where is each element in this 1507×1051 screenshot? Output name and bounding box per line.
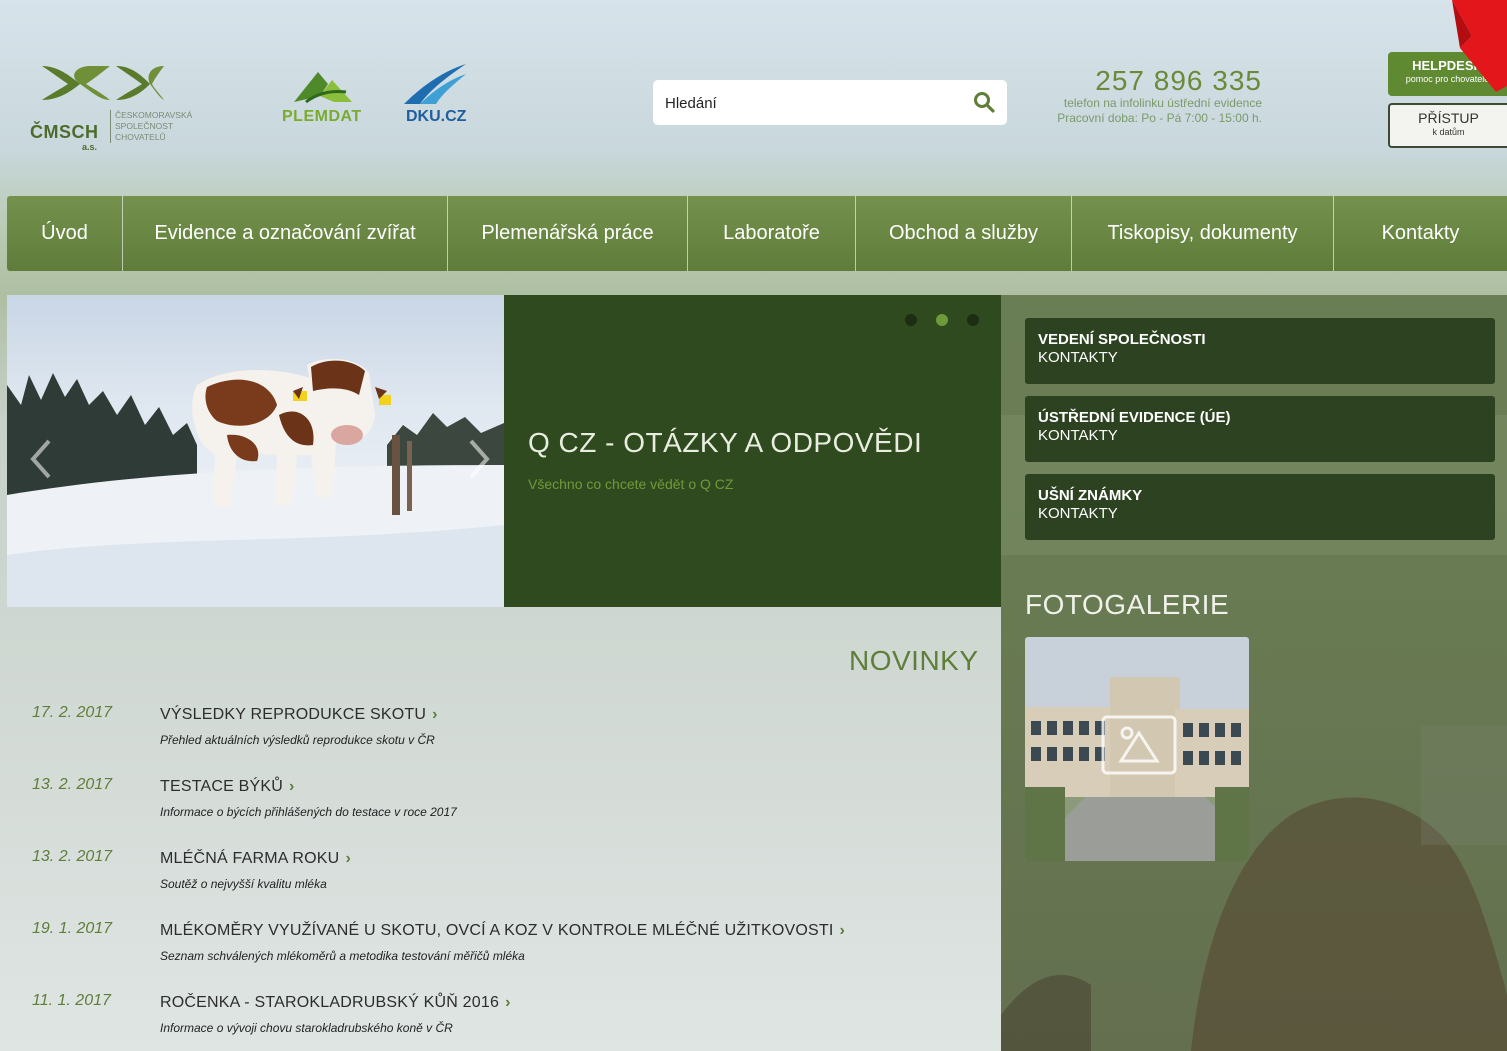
cmsch-logo-suffix: a.s. xyxy=(82,142,98,152)
news-item: 13. 2. 2017 MLÉČNÁ FARMA ROKU › Soutěž o … xyxy=(0,844,1000,904)
sidebar-link-title: ÚSTŘEDNÍ EVIDENCE (ÚE) xyxy=(1038,409,1231,426)
search-input[interactable] xyxy=(665,90,965,116)
gallery-thumbnail[interactable] xyxy=(1025,637,1249,861)
sidebar-link-subtitle: KONTAKTY xyxy=(1038,349,1118,366)
news-title-text: TESTACE BÝKŮ xyxy=(160,778,284,795)
news-title-text: MLÉČNÁ FARMA ROKU xyxy=(160,850,340,867)
phone-number: 257 896 335 xyxy=(1095,65,1262,96)
cmsch-sub-line-2: SPOLEČNOST xyxy=(115,121,174,131)
nav-item-tiskopisy[interactable]: Tiskopisy, dokumenty xyxy=(1072,196,1334,271)
chevron-right-icon: › xyxy=(505,994,511,1011)
nav-item-uvod[interactable]: Úvod xyxy=(7,196,123,271)
news-date: 11. 1. 2017 xyxy=(32,992,111,1009)
nav-item-evidence[interactable]: Evidence a označování zvířat xyxy=(123,196,448,271)
slider-image[interactable] xyxy=(7,295,504,607)
news-title-text: MLÉKOMĚRY VYUŽÍVANÉ U SKOTU, OVCÍ A KOZ … xyxy=(160,922,834,939)
chevron-right-icon: › xyxy=(289,778,295,795)
slider-prev-arrow-icon[interactable] xyxy=(27,437,53,481)
red-arrow-icon xyxy=(1452,0,1507,92)
data-access-title: PŘÍSTUP xyxy=(1418,110,1479,126)
working-hours: Pracovní doba: Po - Pá 7:00 - 15:00 h. xyxy=(1057,111,1262,125)
sidebar: VEDENÍ SPOLEČNOSTI KONTAKTY ÚSTŘEDNÍ EVI… xyxy=(1001,295,1507,1051)
dku-logo[interactable]: DKU.CZ xyxy=(400,60,480,130)
sidebar-link-ustredni-evidence[interactable]: ÚSTŘEDNÍ EVIDENCE (ÚE) KONTAKTY xyxy=(1025,396,1495,462)
news-title-link[interactable]: MLÉKOMĚRY VYUŽÍVANÉ U SKOTU, OVCÍ A KOZ … xyxy=(160,922,845,940)
cmsch-sub-line-1: ČESKOMORAVSKÁ xyxy=(115,110,193,120)
news-item: 11. 1. 2017 ROČENKA - STAROKLADRUBSKÝ KŮ… xyxy=(0,988,1000,1048)
gallery-title: FOTOGALERIE xyxy=(1025,589,1230,620)
news-title-link[interactable]: MLÉČNÁ FARMA ROKU › xyxy=(160,850,351,868)
dku-logo-mark-icon xyxy=(404,64,466,104)
news-description: Informace o býcích přihlášených do testa… xyxy=(160,805,457,819)
news-title-text: ROČENKA - STAROKLADRUBSKÝ KŮŇ 2016 xyxy=(160,994,500,1011)
news-title-link[interactable]: ROČENKA - STAROKLADRUBSKÝ KŮŇ 2016 › xyxy=(160,994,511,1012)
dku-logo-text: DKU.CZ xyxy=(406,108,467,125)
news-item: 19. 1. 2017 MLÉKOMĚRY VYUŽÍVANÉ U SKOTU,… xyxy=(0,916,1000,976)
data-access-button[interactable]: PŘÍSTUP k datům xyxy=(1388,103,1507,148)
news-title-link[interactable]: TESTACE BÝKŮ › xyxy=(160,778,295,796)
cow-in-snow-image xyxy=(7,358,504,607)
news-description: Informace o vývoji chovu starokladrubské… xyxy=(160,1021,453,1035)
chevron-right-icon: › xyxy=(432,706,438,723)
news-title-link[interactable]: VÝSLEDKY REPRODUKCE SKOTU › xyxy=(160,706,438,724)
cmsch-logo-subtitle: ČESKOMORAVSKÁ SPOLEČNOST CHOVATELŮ xyxy=(110,110,192,143)
cmsch-logo-name: ČMSCH xyxy=(30,122,99,142)
sidebar-link-subtitle: KONTAKTY xyxy=(1038,427,1118,444)
sidebar-link-vedeni-spolecnosti[interactable]: VEDENÍ SPOLEČNOSTI KONTAKTY xyxy=(1025,318,1495,384)
news-date: 19. 1. 2017 xyxy=(32,920,113,937)
cmsch-logo[interactable]: ČMSCH a.s. ČESKOMORAVSKÁ SPOLEČNOST CHOV… xyxy=(30,62,210,162)
sidebar-link-title: UŠNÍ ZNÁMKY xyxy=(1038,487,1143,504)
search-box xyxy=(653,80,1007,125)
slider-title: Q CZ - OTÁZKY A ODPOVĚDI xyxy=(528,427,923,458)
plemdat-logo-mark-icon xyxy=(294,72,352,104)
slider-dot-3[interactable] xyxy=(967,314,979,326)
data-access-subtitle: k datům xyxy=(1432,127,1465,137)
sidebar-link-subtitle: KONTAKTY xyxy=(1038,505,1118,522)
sidebar-link-usni-znamky[interactable]: UŠNÍ ZNÁMKY KONTAKTY xyxy=(1025,474,1495,540)
news-heading: NOVINKY xyxy=(849,645,979,676)
news-description: Soutěž o nejvyšší kvalitu mléka xyxy=(160,877,327,891)
cmsch-logo-mark-icon xyxy=(42,66,164,100)
slider-next-arrow-icon[interactable] xyxy=(467,437,493,481)
cmsch-sub-line-3: CHOVATELŮ xyxy=(115,132,166,142)
plemdat-logo-text: PLEMDAT xyxy=(282,108,362,125)
site-header: ČMSCH a.s. ČESKOMORAVSKÁ SPOLEČNOST CHOV… xyxy=(0,0,1507,195)
news-date: 13. 2. 2017 xyxy=(32,776,113,793)
news-item: 17. 2. 2017 VÝSLEDKY REPRODUKCE SKOTU › P… xyxy=(0,700,1000,760)
news-description: Seznam schválených mlékoměrů a metodika … xyxy=(160,949,525,963)
news-date: 13. 2. 2017 xyxy=(32,848,113,865)
nav-item-plemenarska-prace[interactable]: Plemenářská práce xyxy=(448,196,688,271)
news-item: 13. 2. 2017 TESTACE BÝKŮ › Informace o bý… xyxy=(0,772,1000,832)
chevron-right-icon: › xyxy=(839,922,846,939)
news-title-text: VÝSLEDKY REPRODUKCE SKOTU xyxy=(160,706,427,723)
building-photo-image xyxy=(1025,637,1249,861)
nav-item-obchod-sluzby[interactable]: Obchod a služby xyxy=(856,196,1072,271)
chevron-right-icon: › xyxy=(345,850,351,867)
slider-caption[interactable]: Q CZ - OTÁZKY A ODPOVĚDI Všechno co chce… xyxy=(504,295,1001,607)
news-description: Přehled aktuálních výsledků reprodukce s… xyxy=(160,733,435,747)
plemdat-logo[interactable]: PLEMDAT xyxy=(282,66,372,130)
slider-dot-1[interactable] xyxy=(905,314,917,326)
phone-description: telefon na infolinku ústřední evidence xyxy=(1063,96,1262,110)
main-navigation: Úvod Evidence a označování zvířat Plemen… xyxy=(7,196,1507,271)
news-date: 17. 2. 2017 xyxy=(32,704,113,721)
phone-info: 257 896 335 telefon na infolinku ústředn… xyxy=(1030,66,1262,126)
nav-item-kontakty[interactable]: Kontakty xyxy=(1334,196,1507,271)
sidebar-link-title: VEDENÍ SPOLEČNOSTI xyxy=(1038,331,1206,348)
search-icon[interactable] xyxy=(973,91,995,113)
slider-subtitle: Všechno co chcete vědět o Q CZ xyxy=(528,476,734,492)
nav-item-laboratore[interactable]: Laboratoře xyxy=(688,196,856,271)
slider-dot-2[interactable] xyxy=(936,314,948,326)
